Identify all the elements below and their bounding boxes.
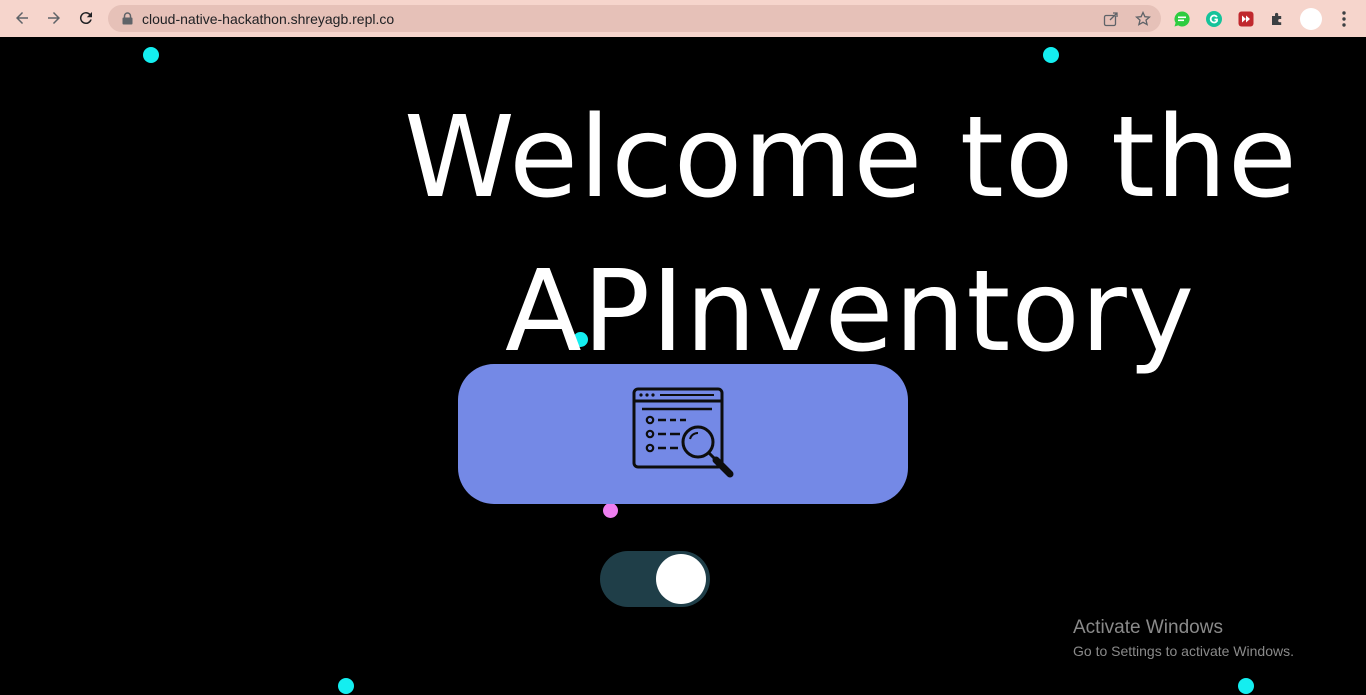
theme-toggle-switch[interactable] (600, 551, 710, 607)
watermark-subtitle: Go to Settings to activate Windows. (1073, 643, 1294, 659)
arrow-right-icon (48, 12, 60, 24)
api-search-button[interactable] (458, 364, 908, 504)
chat-extension-icon[interactable] (1172, 9, 1192, 29)
floating-particle (143, 47, 159, 63)
browser-toolbar: cloud-native-hackathon.shreyagb.repl.co (0, 0, 1366, 37)
forward-button[interactable] (38, 2, 70, 34)
reload-icon (79, 12, 92, 25)
welcome-heading: Welcome to the (404, 93, 1298, 223)
extensions-area (1172, 0, 1354, 37)
browser-menu-icon[interactable] (1334, 9, 1354, 29)
app-title: APInventory (505, 247, 1196, 377)
page-content: Welcome to the APInventory Activate Wind… (0, 37, 1366, 695)
back-button[interactable] (6, 2, 38, 34)
floating-particle (1238, 678, 1254, 694)
watermark-title: Activate Windows (1073, 617, 1223, 638)
api-list-search-icon (632, 387, 734, 478)
lock-icon (120, 12, 134, 26)
reload-button[interactable] (70, 2, 102, 34)
grammarly-icon[interactable] (1204, 9, 1224, 29)
bookmark-star-icon[interactable] (1133, 9, 1153, 29)
floating-particle (603, 503, 618, 518)
arrow-left-icon (16, 12, 28, 24)
media-extension-icon[interactable] (1236, 9, 1256, 29)
floating-particle (1043, 47, 1059, 63)
share-icon[interactable] (1101, 9, 1121, 29)
url-text: cloud-native-hackathon.shreyagb.repl.co (142, 10, 395, 27)
toggle-knob (656, 554, 706, 604)
address-bar[interactable]: cloud-native-hackathon.shreyagb.repl.co (108, 5, 1161, 32)
puzzle-extensions-icon[interactable] (1268, 9, 1288, 29)
profile-avatar[interactable] (1300, 7, 1322, 30)
windows-activation-watermark: Activate Windows Go to Settings to activ… (1073, 617, 1294, 659)
floating-particle (338, 678, 354, 694)
